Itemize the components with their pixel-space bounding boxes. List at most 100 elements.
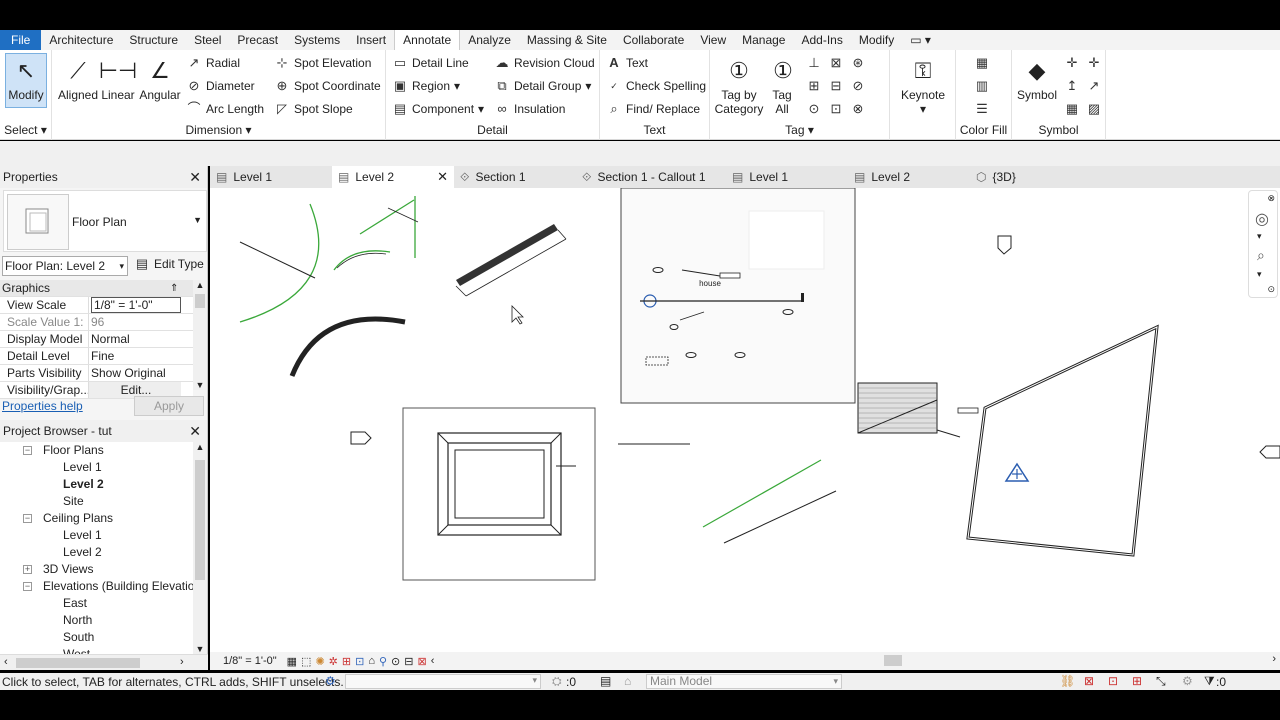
view-tab-level-2-second[interactable]: ▤ Level 2	[848, 166, 970, 188]
select-underlay-icon[interactable]: ⊠	[1084, 674, 1094, 688]
sun-path-icon[interactable]: ✺	[315, 655, 324, 668]
instance-filter-select[interactable]: Floor Plan: Level 2 ▾	[2, 256, 128, 276]
collapse-icon[interactable]: −	[23, 514, 32, 523]
symbol-tools-row-1[interactable]: ✛ ✛	[1064, 55, 1102, 71]
browser-node[interactable]: East	[0, 595, 193, 612]
green-detail-line[interactable]	[702, 459, 822, 528]
elevation-marker-icon[interactable]	[350, 431, 372, 445]
analytical-model-icon[interactable]: ⊠	[417, 655, 426, 668]
linear-dimension-button[interactable]: ⊢⊣ Linear	[99, 54, 137, 102]
scroll-thumb[interactable]	[16, 658, 140, 668]
editing-requests-icon[interactable]: ▤	[600, 674, 611, 688]
tab-precast[interactable]: Precast	[229, 30, 286, 50]
wall-outline[interactable]	[966, 324, 1159, 557]
workset-select[interactable]: ▾	[345, 674, 541, 689]
radial-dimension-button[interactable]: ↗ Radial	[186, 55, 240, 71]
modify-button[interactable]: ↖ Modify	[5, 53, 47, 108]
drag-elements-icon[interactable]: ⤡	[1156, 674, 1166, 689]
chevron-down-icon[interactable]: ▾	[1257, 231, 1262, 242]
property-row[interactable]: Parts Visibility Show Original	[0, 365, 193, 382]
temporary-view-properties-icon[interactable]: ⊟	[404, 655, 413, 668]
scroll-thumb[interactable]	[884, 655, 902, 666]
property-row[interactable]: View Scale 1/8" = 1'-0"	[0, 297, 193, 314]
filter-icon[interactable]: ⧩	[1204, 674, 1215, 689]
aligned-dimension-button[interactable]: ⟋ Aligned	[56, 54, 100, 102]
browser-scrollbar[interactable]: ▲ ▼	[193, 442, 207, 654]
chevron-down-icon[interactable]: ▾	[1257, 269, 1262, 280]
drawing-area[interactable]: house	[210, 188, 1280, 652]
spot-coordinate-button[interactable]: ⊕ Spot Coordinate	[274, 78, 381, 94]
zoom-icon[interactable]: ⌕	[1257, 247, 1265, 264]
crop-view-icon[interactable]: ⊞	[342, 655, 351, 668]
browser-horizontal-scrollbar[interactable]: ‹ ›	[0, 654, 208, 670]
elevation-marker-icon[interactable]	[1259, 445, 1280, 459]
visual-style-icon[interactable]: ⬚	[301, 655, 311, 668]
tab-steel[interactable]: Steel	[186, 30, 229, 50]
tab-modify[interactable]: Modify	[851, 30, 902, 50]
duct-legend-button[interactable]: ▥	[974, 78, 990, 94]
expand-icon[interactable]: +	[23, 565, 32, 574]
view-scale-field[interactable]: 1/8" = 1'-0"	[91, 297, 181, 313]
symbol-tools-row-3[interactable]: ▦ ▨	[1064, 101, 1102, 117]
view-tab-level-1[interactable]: ▤ Level 1	[210, 166, 332, 188]
keynote-button[interactable]: ⚿ Keynote ▾	[896, 54, 950, 116]
spot-elevation-button[interactable]: ⊹ Spot Elevation	[274, 55, 372, 71]
thick-arc-wall[interactable]	[289, 316, 406, 377]
browser-node[interactable]: Level 1	[0, 459, 193, 476]
spot-slope-button[interactable]: ◸ Spot Slope	[274, 101, 353, 117]
browser-node[interactable]: West	[0, 646, 193, 654]
green-arc[interactable]	[239, 203, 320, 323]
view-scale-control[interactable]: 1/8" = 1'-0"	[223, 655, 277, 667]
tab-systems[interactable]: Systems	[286, 30, 348, 50]
tab-collaborate[interactable]: Collaborate	[615, 30, 692, 50]
steering-wheel-icon[interactable]: ◎	[1255, 209, 1269, 229]
drawing-canvas-svg[interactable]: house	[210, 188, 1280, 652]
main-model-select[interactable]: Main Model ▾	[646, 674, 842, 689]
tab-view[interactable]: View	[692, 30, 734, 50]
symbol-button[interactable]: ◆ Symbol	[1014, 54, 1060, 102]
browser-node[interactable]: South	[0, 629, 193, 646]
browser-node[interactable]: − Ceiling Plans	[0, 510, 193, 527]
view-tab-section-1[interactable]: ⟐ Section 1	[454, 166, 576, 188]
browser-node[interactable]: − Floor Plans	[0, 442, 193, 459]
browser-node[interactable]: − Elevations (Building Elevation	[0, 578, 193, 595]
color-fill-legend-button[interactable]: ▦	[974, 55, 990, 71]
browser-node[interactable]: +3D Views	[0, 561, 193, 578]
temporary-hide-icon[interactable]: ⚲	[379, 655, 387, 668]
tag-by-category-button[interactable]: ① Tag by Category	[714, 54, 764, 116]
green-line[interactable]	[359, 199, 415, 235]
browser-node[interactable]: Site	[0, 493, 193, 510]
tab-file[interactable]: File	[0, 30, 42, 50]
graphics-section-header[interactable]: Graphics ⇑	[0, 280, 193, 297]
canvas-horizontal-scrollbar[interactable]	[510, 654, 1265, 667]
browser-node[interactable]: Level 2	[0, 476, 193, 493]
angular-dimension-button[interactable]: ∠ Angular	[138, 54, 182, 102]
close-icon[interactable]: ✕	[437, 166, 448, 188]
show-crop-region-icon[interactable]: ⊡	[355, 655, 364, 668]
property-row[interactable]: Detail Level Fine	[0, 348, 193, 365]
shadows-icon[interactable]: ✲	[329, 655, 338, 668]
revision-cloud-button[interactable]: ☁ Revision Cloud	[494, 55, 595, 71]
settings-icon[interactable]: ⊙	[1267, 284, 1275, 295]
view-tab-section-1-callout-1[interactable]: ⟐ Section 1 - Callout 1	[576, 166, 726, 188]
select-pinned-icon[interactable]: ⊡	[1108, 674, 1118, 688]
worksets-icon[interactable]: ⚙	[325, 674, 336, 688]
angled-wall[interactable]	[456, 224, 558, 286]
tag-tools-row-3[interactable]: ⊙ ⊡ ⊗	[806, 101, 866, 117]
tag-all-button[interactable]: ① Tag All	[766, 54, 798, 116]
radial-dimension-line[interactable]	[239, 241, 316, 279]
reveal-hidden-icon[interactable]: ⊙	[391, 655, 400, 668]
tab-massing-site[interactable]: Massing & Site	[519, 30, 615, 50]
close-icon[interactable]: ⊗	[1267, 193, 1275, 204]
tag-group-label[interactable]: Tag ▾	[710, 123, 889, 137]
diameter-dimension-button[interactable]: ⊘ Diameter	[186, 78, 255, 94]
symbol-tools-row-2[interactable]: ↥ ↗	[1064, 78, 1102, 94]
detail-line[interactable]	[723, 490, 837, 544]
contextual-tab-dropdown[interactable]: ▭ ▾	[902, 30, 939, 50]
text-button[interactable]: A Text	[606, 55, 648, 71]
view-tab-level-2[interactable]: ▤ Level 2 ✕	[332, 166, 454, 188]
properties-scrollbar[interactable]: ▲ ▼	[193, 280, 207, 390]
tab-add-ins[interactable]: Add-Ins	[793, 30, 850, 50]
constraints-icon[interactable]: ‹	[431, 655, 435, 667]
scroll-thumb[interactable]	[195, 294, 205, 308]
